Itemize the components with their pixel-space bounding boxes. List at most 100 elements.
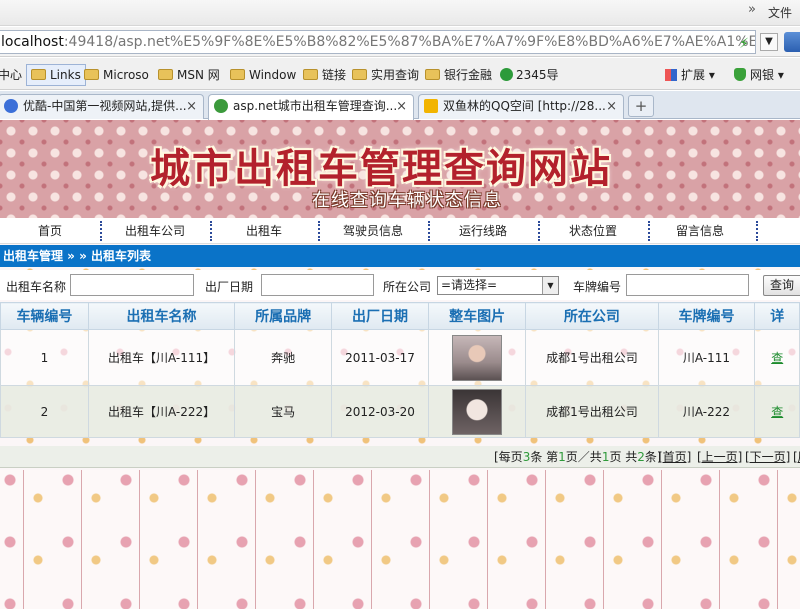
cell-id: 1 bbox=[0, 329, 89, 386]
fav-label: 银行金融 bbox=[444, 68, 493, 82]
nav-taxi[interactable]: 出租车 bbox=[212, 218, 316, 244]
fav-label: 2345导 bbox=[516, 68, 559, 82]
url-dropdown-button[interactable]: ▼ bbox=[760, 33, 778, 51]
folder-icon bbox=[31, 69, 46, 80]
tab-label: asp.net城市出租车管理查询... bbox=[233, 99, 398, 113]
cell-company: 成都1号出租公司 bbox=[525, 329, 659, 386]
tab-qq-space[interactable]: 双鱼林的QQ空间 [http://28... × bbox=[418, 94, 624, 119]
folder-icon bbox=[84, 69, 99, 80]
taxi-photo[interactable] bbox=[452, 388, 503, 435]
extensions-menu[interactable]: 扩展 ▾ bbox=[665, 65, 715, 85]
col-name: 出租车名称 bbox=[87, 302, 236, 330]
apps-icon bbox=[665, 69, 677, 81]
total-records: 2 bbox=[637, 450, 645, 464]
tab-youku[interactable]: 优酷-中国第一视频网站,提供... × bbox=[0, 94, 204, 119]
netbank-menu[interactable]: 网银 ▾ bbox=[734, 65, 784, 85]
col-photo: 整车图片 bbox=[428, 302, 527, 330]
close-icon[interactable]: × bbox=[396, 95, 407, 118]
nav-taxi-company[interactable]: 出租车公司 bbox=[102, 218, 208, 244]
more-arrows-icon[interactable]: » bbox=[748, 2, 756, 17]
taxi-table: 车辆编号 出租车名称 所属品牌 出厂日期 整车图片 所在公司 车牌编号 详 1 … bbox=[0, 302, 800, 438]
fav-windows[interactable]: Window bbox=[230, 65, 296, 85]
company-select-value: =请选择= bbox=[441, 278, 498, 292]
cell-name: 出租车【川A-111】 bbox=[87, 329, 236, 386]
cell-action: 查 bbox=[754, 385, 800, 438]
fav-label: 实用查询 bbox=[371, 68, 420, 82]
address-bar: localhost:49418/asp.net%E5%9F%8E%E5%B8%8… bbox=[0, 27, 800, 57]
cell-photo bbox=[428, 329, 527, 386]
pager-text: [每页 bbox=[494, 450, 523, 464]
col-plate: 车牌编号 bbox=[657, 302, 756, 330]
cell-photo bbox=[428, 385, 527, 438]
fav-links[interactable]: Links bbox=[26, 64, 86, 86]
file-menu[interactable]: 文件 bbox=[768, 6, 792, 20]
factory-date-label: 出厂日期 bbox=[205, 280, 254, 294]
col-company: 所在公司 bbox=[525, 302, 659, 330]
close-icon[interactable]: × bbox=[606, 95, 617, 118]
site-banner: 城市出租车管理查询网站 在线查询车辆状态信息 bbox=[0, 120, 800, 218]
view-detail-link[interactable]: 查 bbox=[771, 405, 783, 419]
tab-bar: 优酷-中国第一视频网站,提供... × asp.net城市出租车管理查询... … bbox=[0, 91, 800, 120]
url-path: :49418/asp.net%E5%9F%8E%E5%B8%82%E5%87%B… bbox=[63, 34, 756, 50]
url-host: localhost bbox=[1, 34, 64, 50]
chevron-down-icon: ▼ bbox=[542, 277, 558, 294]
fav-utility[interactable]: 实用查询 bbox=[352, 65, 419, 85]
nav-drivers[interactable]: 驾驶员信息 bbox=[320, 218, 426, 244]
col-id: 车辆编号 bbox=[0, 302, 89, 330]
fav-bank[interactable]: 银行金融 bbox=[425, 65, 492, 85]
fav-2345[interactable]: 2345导 bbox=[500, 65, 559, 85]
next-page-link[interactable]: [下一页] bbox=[745, 446, 790, 468]
fav-label: Window bbox=[249, 68, 297, 82]
fav-links-label: Links bbox=[50, 68, 81, 82]
cell-company: 成都1号出租公司 bbox=[525, 385, 659, 438]
favorites-bar: 中心 Links Microso MSN 网 Window 链接 实用查询 银行… bbox=[0, 58, 800, 90]
new-tab-button[interactable]: + bbox=[628, 95, 654, 117]
table-row: 2 出租车【川A-222】 宝马 2012-03-20 成都1号出租公司 川A-… bbox=[0, 385, 800, 438]
fav-microsoft[interactable]: Microso bbox=[84, 65, 149, 85]
cell-name: 出租车【川A-222】 bbox=[87, 385, 236, 438]
fav-msn[interactable]: MSN 网 bbox=[158, 65, 220, 85]
play-icon bbox=[4, 99, 18, 113]
fav-center[interactable]: 中心 bbox=[0, 65, 22, 85]
view-detail-link[interactable]: 查 bbox=[771, 351, 783, 365]
company-label: 所在公司 bbox=[383, 280, 432, 294]
star-icon bbox=[424, 99, 438, 113]
cell-plate: 川A-111 bbox=[657, 329, 756, 386]
table-header-row: 车辆编号 出租车名称 所属品牌 出厂日期 整车图片 所在公司 车牌编号 详 bbox=[0, 302, 800, 330]
nav-routes[interactable]: 运行线路 bbox=[430, 218, 536, 244]
search-form: 出租车名称 出厂日期 所在公司 =请选择= ▼ 车牌编号 查询 bbox=[0, 270, 800, 300]
factory-date-input[interactable] bbox=[261, 274, 374, 296]
cell-brand: 宝马 bbox=[234, 385, 332, 438]
browser-titlebar: » 文件 bbox=[0, 0, 800, 26]
fav-links-cn[interactable]: 链接 bbox=[303, 65, 346, 85]
tab-taxi-site[interactable]: asp.net城市出租车管理查询... × bbox=[208, 94, 414, 120]
pager-text: 条 第 bbox=[530, 450, 559, 464]
first-page-link[interactable]: [首页] bbox=[658, 446, 691, 468]
floral-background bbox=[0, 470, 800, 609]
taxi-name-input[interactable] bbox=[70, 274, 194, 296]
nav-status[interactable]: 状态位置 bbox=[540, 218, 646, 244]
shield-icon bbox=[734, 68, 746, 81]
fav-label: Microso bbox=[103, 68, 149, 82]
nav-messages[interactable]: 留言信息 bbox=[650, 218, 750, 244]
page-icon bbox=[214, 99, 228, 113]
close-icon[interactable]: × bbox=[186, 95, 197, 118]
url-input[interactable]: localhost:49418/asp.net%E5%9F%8E%E5%B8%8… bbox=[0, 30, 756, 54]
query-button[interactable]: 查询 bbox=[763, 275, 800, 296]
company-select[interactable]: =请选择= ▼ bbox=[437, 276, 559, 295]
plate-input[interactable] bbox=[626, 274, 749, 296]
extension-icon[interactable] bbox=[784, 32, 800, 52]
main-nav: 首页 出租车公司 出租车 驾驶员信息 运行线路 状态位置 留言信息 bbox=[0, 218, 800, 244]
tab-label: 优酷-中国第一视频网站,提供... bbox=[23, 99, 187, 113]
col-detail: 详 bbox=[754, 302, 800, 330]
nav-home[interactable]: 首页 bbox=[0, 218, 100, 244]
pagination-info: [每页3条 第1页／共1页 共2条] bbox=[494, 446, 662, 468]
speed-mode-icon[interactable]: ⚡ bbox=[739, 33, 749, 53]
last-page-link[interactable]: [尾 bbox=[793, 446, 800, 468]
cell-action: 查 bbox=[754, 329, 800, 386]
prev-page-link[interactable]: [上一页] bbox=[697, 446, 742, 468]
cell-brand: 奔驰 bbox=[234, 329, 332, 386]
fav-label: MSN 网 bbox=[177, 68, 220, 82]
col-date: 出厂日期 bbox=[330, 302, 430, 330]
taxi-photo[interactable] bbox=[452, 334, 503, 381]
